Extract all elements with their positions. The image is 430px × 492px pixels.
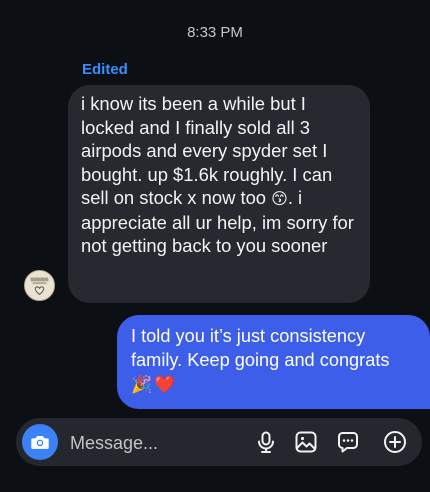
- outgoing-text: I told you it’s just consistency family.…: [131, 326, 390, 370]
- camera-icon: [31, 436, 49, 449]
- avatar[interactable]: [24, 270, 55, 301]
- plus-button[interactable]: [383, 430, 407, 454]
- outgoing-message-bubble[interactable]: I told you it’s just consistency family.…: [117, 315, 430, 409]
- plus-icon: [384, 431, 406, 453]
- edited-label: Edited: [82, 61, 128, 78]
- gallery-icon: [295, 431, 317, 453]
- message-input[interactable]: [68, 418, 242, 468]
- timestamp: 8:33 PM: [187, 24, 243, 41]
- emoji-kiss-icon: 😙: [271, 189, 288, 208]
- gallery-button[interactable]: [294, 430, 318, 454]
- microphone-icon: [258, 431, 274, 453]
- sticker-icon: [338, 432, 358, 453]
- message-composer: [16, 418, 422, 468]
- incoming-message-bubble[interactable]: i know its been a while but I locked and…: [68, 85, 370, 303]
- party-heart-emoji-icon: 🎉❤️: [131, 375, 178, 395]
- avatar-sticker-icon: [30, 277, 49, 295]
- microphone-button[interactable]: [254, 430, 278, 454]
- camera-button[interactable]: [22, 424, 58, 460]
- sticker-button[interactable]: [336, 430, 360, 454]
